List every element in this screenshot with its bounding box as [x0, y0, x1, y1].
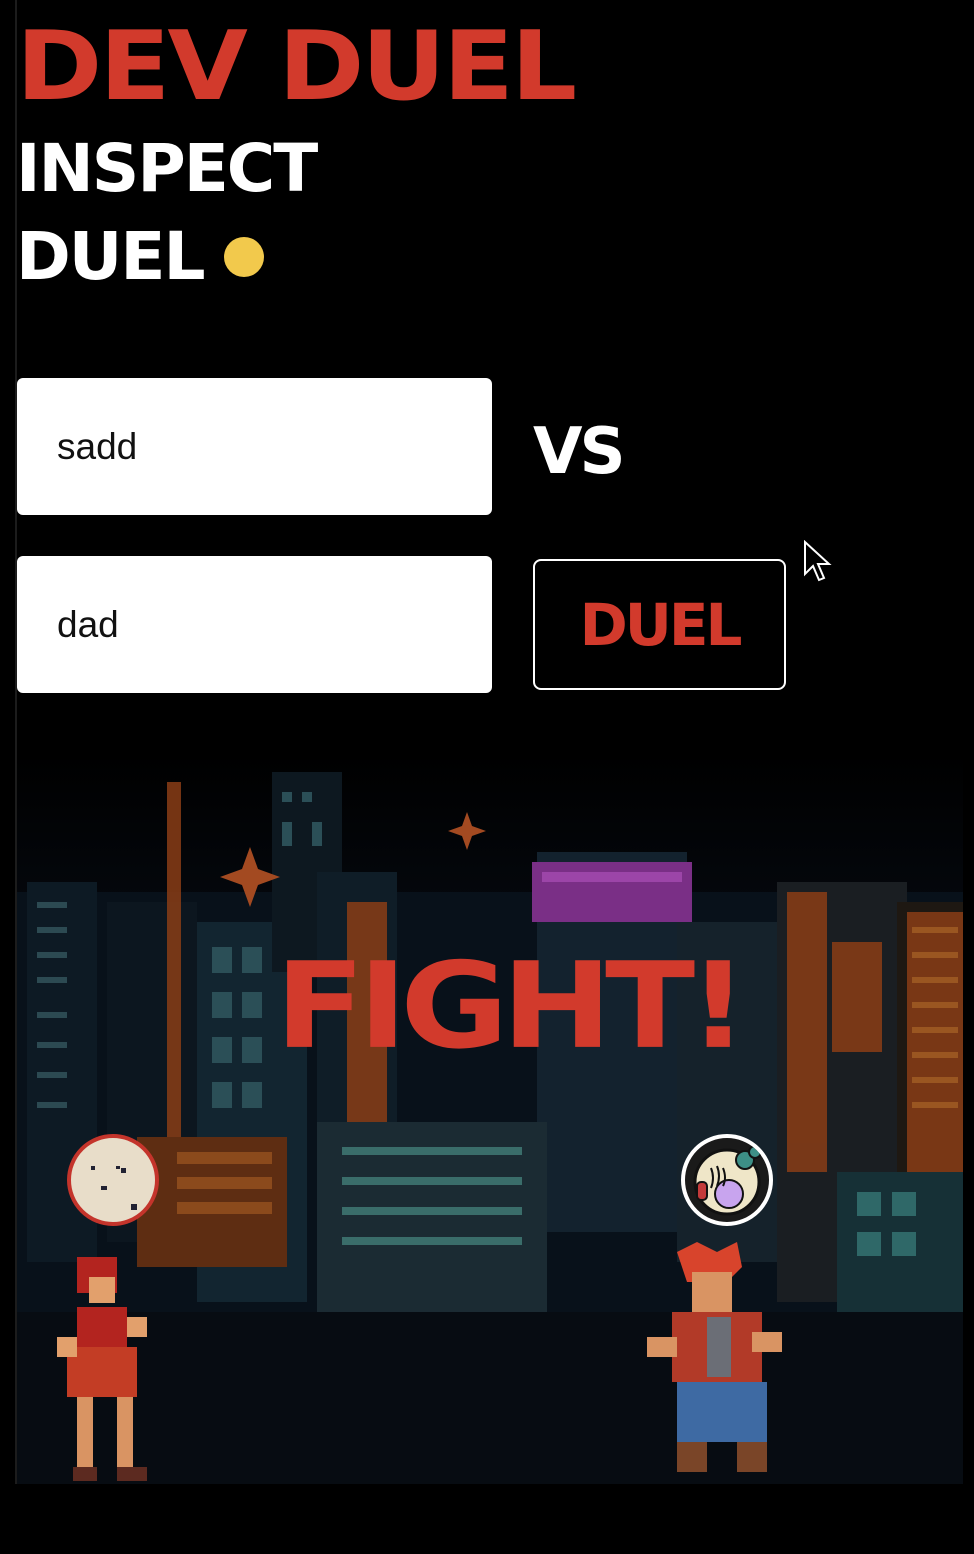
username-1-input[interactable]: [17, 378, 492, 515]
nav-inspect[interactable]: INSPECT: [16, 136, 318, 202]
nav-duel[interactable]: DUEL: [16, 224, 206, 290]
nav-duel-row[interactable]: DUEL: [16, 224, 264, 290]
app-title: DEV DUEL: [16, 9, 577, 122]
cookie-avatar-icon: [91, 1166, 137, 1210]
player-1-fighter-sprite: [57, 1257, 147, 1481]
vs-label: VS: [533, 415, 626, 489]
username-2-input[interactable]: [17, 556, 492, 693]
player-2-fighter-sprite: [647, 1242, 782, 1472]
cell-avatar-icon: [693, 1145, 762, 1216]
bottom-spacer: [0, 1484, 974, 1554]
mouse-pointer-icon: [804, 540, 832, 582]
duel-button[interactable]: DUEL: [533, 559, 786, 690]
player-2-avatar[interactable]: [681, 1134, 773, 1226]
active-indicator-dot: [223, 237, 264, 277]
fight-banner: FIGHT!: [275, 937, 748, 1076]
player-1-avatar[interactable]: [67, 1134, 159, 1226]
dev-duel-page: DEV DUEL INSPECT DUEL VS DUEL: [0, 0, 974, 1554]
fight-arena: FIGHT!: [17, 752, 963, 1484]
